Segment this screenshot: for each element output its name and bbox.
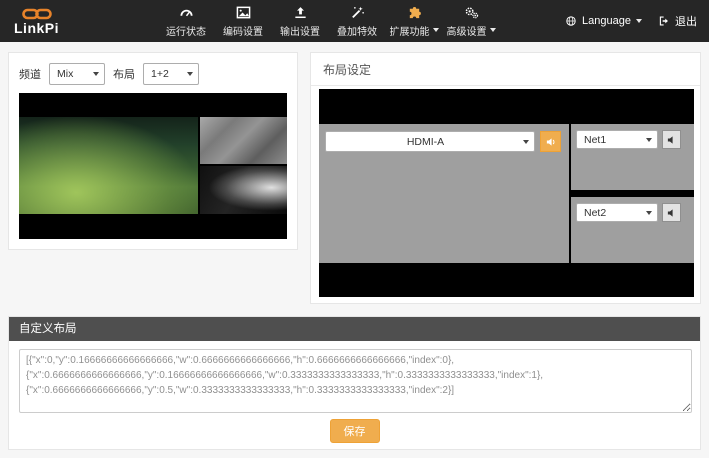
preview-controls: 频道 Mix 布局 1+2 — [9, 53, 297, 85]
caret-down-icon — [636, 19, 642, 23]
navbar-right: Language 退出 — [565, 13, 697, 29]
nav-item-label: 输出设置 — [280, 26, 321, 38]
nav-item-running-status[interactable]: 运行状态 — [162, 5, 210, 38]
nav-item-label: 编码设置 — [223, 26, 264, 38]
channel-label: 频道 — [19, 69, 41, 81]
globe-icon — [565, 15, 577, 27]
chain-link-icon — [21, 8, 52, 20]
brand-logo[interactable]: LinkPi — [14, 8, 59, 35]
nav-item-extended-functions[interactable]: 扩展功能 — [390, 5, 439, 38]
caret-down-icon — [489, 28, 496, 32]
caret-down-icon — [646, 210, 652, 215]
nav-item-label: 扩展功能 — [390, 23, 439, 38]
caret-down-icon — [646, 137, 652, 142]
sign-out-icon — [658, 15, 670, 27]
net1-source-select[interactable]: Net1 — [576, 130, 658, 149]
layout-editor-title: 布局设定 — [311, 53, 700, 86]
preview-panel: 频道 Mix 布局 1+2 — [8, 52, 298, 250]
video-preview-canvas — [19, 93, 287, 239]
speaker-icon — [545, 136, 557, 148]
logout-label: 退出 — [675, 16, 697, 28]
custom-layout-panel: 自定义布局 [{"x":0,"y":0.16666666666666666,"w… — [8, 316, 701, 450]
nav-item-label: 叠加特效 — [337, 26, 378, 38]
nav-item-output-settings[interactable]: 输出设置 — [276, 5, 324, 38]
layout-label: 布局 — [113, 69, 135, 81]
upload-icon — [293, 5, 308, 20]
nav-item-advanced-settings[interactable]: 高级设置 — [447, 5, 496, 38]
layout-region-main[interactable]: HDMI-A — [319, 124, 569, 263]
main-source-select[interactable]: HDMI-A — [325, 131, 535, 152]
layout-region-net1[interactable]: Net1 — [571, 124, 694, 190]
nav-item-label: 高级设置 — [447, 23, 496, 38]
nav-menu: 运行状态 编码设置 输出设置 叠加特效 扩展功能 高级设置 — [162, 5, 496, 38]
layout-region-net2[interactable]: Net2 — [571, 197, 694, 263]
puzzle-icon — [407, 5, 422, 20]
save-button-row: 保存 — [9, 419, 700, 443]
net2-audio-button[interactable] — [662, 203, 681, 222]
net1-audio-button[interactable] — [662, 130, 681, 149]
image-icon — [236, 5, 251, 20]
logout-link[interactable]: 退出 — [658, 13, 697, 29]
navbar: LinkPi 运行状态 编码设置 输出设置 叠加特效 扩展功能 高级设置 Lan… — [0, 0, 709, 42]
channel-select[interactable]: Mix — [49, 63, 105, 85]
layout-select[interactable]: 1+2 — [143, 63, 199, 85]
caret-down-icon — [432, 28, 439, 32]
nav-item-overlay-effects[interactable]: 叠加特效 — [333, 5, 381, 38]
speaker-icon — [666, 134, 678, 146]
dashboard-icon — [179, 5, 194, 20]
layout-editor-canvas: HDMI-A Net1 Net2 — [319, 89, 694, 297]
nav-item-encoding-settings[interactable]: 编码设置 — [219, 5, 267, 38]
magic-wand-icon — [350, 5, 365, 20]
preview-main-video — [19, 117, 198, 214]
language-menu[interactable]: Language — [565, 15, 642, 27]
custom-layout-header: 自定义布局 — [9, 317, 700, 341]
preview-net1-video — [200, 117, 287, 164]
nav-item-label: 运行状态 — [166, 26, 207, 38]
speaker-icon — [666, 207, 678, 219]
caret-down-icon — [523, 139, 529, 144]
brand-name: LinkPi — [14, 19, 60, 36]
preview-net2-video — [200, 166, 287, 214]
gears-icon — [464, 5, 479, 20]
save-button[interactable]: 保存 — [329, 419, 380, 443]
custom-layout-json-input[interactable]: [{"x":0,"y":0.16666666666666666,"w":0.66… — [19, 349, 692, 413]
net2-source-select[interactable]: Net2 — [576, 203, 658, 222]
main-audio-button[interactable] — [540, 131, 561, 152]
language-label: Language — [582, 15, 631, 27]
caret-down-icon — [187, 72, 193, 76]
layout-editor-panel: 布局设定 HDMI-A Net1 Net2 — [310, 52, 701, 304]
caret-down-icon — [93, 72, 99, 76]
